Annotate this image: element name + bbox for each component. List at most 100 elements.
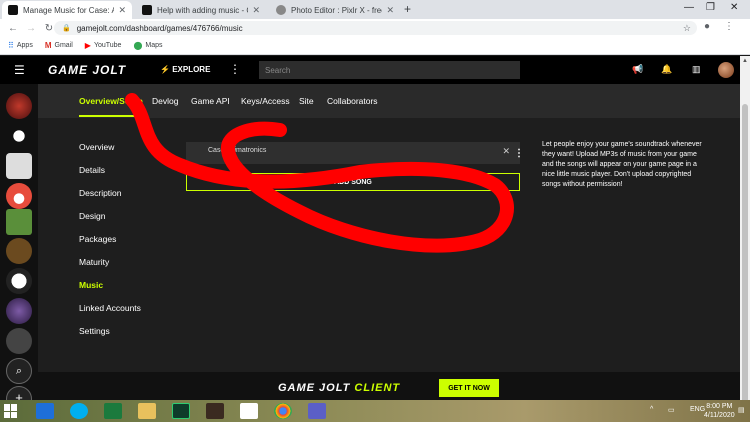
subnav-devlog[interactable]: Devlog [152, 96, 178, 106]
menu-packages[interactable]: Packages [79, 234, 116, 244]
close-tab-icon[interactable]: ✕ [118, 5, 126, 16]
teams-icon[interactable] [308, 403, 326, 419]
address-bar[interactable]: 🔒 gamejolt.com/dashboard/games/476766/mu… [54, 21, 697, 35]
bookmark-maps[interactable]: ⬤ Maps [133, 41, 162, 50]
menu-description[interactable]: Description [79, 188, 122, 198]
windows-start-icon[interactable] [4, 404, 18, 418]
gamejolt-logo[interactable]: GAME JOLT [48, 63, 126, 77]
bookmark-gmail[interactable]: M Gmail [45, 41, 73, 50]
bookmark-star-icon[interactable]: ☆ [683, 23, 691, 34]
game-shortcut-icon[interactable] [6, 123, 32, 149]
menu-music[interactable]: Music [79, 280, 103, 290]
subnav-overview-setup[interactable]: Overview/Setup [79, 96, 143, 106]
file-explorer-icon[interactable] [138, 403, 156, 419]
maximize-icon[interactable]: ❐ [706, 2, 715, 13]
explore-link[interactable]: ⚡ EXPLORE [160, 65, 210, 74]
game-app-icon[interactable] [206, 403, 224, 419]
page-scrollbar[interactable]: ▲ [740, 56, 750, 422]
notifications-icon[interactable]: ▤ [738, 406, 745, 414]
game-shortcut-icon[interactable] [6, 238, 32, 264]
remove-song-icon[interactable]: ✕ [502, 146, 510, 157]
browser-tab-pixlr[interactable]: Photo Editor : Pixlr X - free image ✕ [270, 1, 400, 19]
menu-maturity[interactable]: Maturity [79, 257, 109, 267]
maps-pin-icon: ⬤ [133, 41, 143, 50]
menu-details[interactable]: Details [79, 165, 105, 175]
drag-handle-icon[interactable]: ⋮ [514, 148, 524, 159]
scrollbar-thumb[interactable] [742, 104, 748, 422]
song-title: Case Animatronics [208, 147, 267, 154]
gmail-icon: M [44, 41, 52, 50]
notifications-bell-icon[interactable]: 🔔 [661, 64, 672, 75]
taskbar-clock[interactable]: 8:00 PM 4/11/2020 [704, 402, 735, 420]
megaphone-icon[interactable]: 📢 [632, 64, 643, 75]
menu-linked-accounts[interactable]: Linked Accounts [79, 303, 141, 313]
search-icon[interactable]: ⌕ [6, 358, 32, 384]
language-indicator[interactable]: ENG [690, 406, 705, 413]
gamejolt-favicon-icon [8, 5, 18, 15]
close-tab-icon[interactable]: ✕ [252, 5, 260, 16]
menu-overview[interactable]: Overview [79, 142, 114, 152]
bookmark-label: Gmail [54, 42, 73, 49]
music-help-text: Let people enjoy your game's soundtrack … [542, 141, 702, 188]
game-shortcut-icon[interactable] [6, 183, 32, 209]
scroll-up-arrow-icon[interactable]: ▲ [742, 58, 748, 64]
youtube-icon: ▶ [84, 41, 91, 50]
dashboard-subnav: Overview/Setup Devlog Game API Keys/Acce… [38, 84, 740, 118]
windows-taskbar: ^ ▭ ENG 8:00 PM 4/11/2020 ▤ [0, 400, 750, 422]
browser-toolbar: ← → ↻ 🔒 gamejolt.com/dashboard/games/476… [0, 19, 750, 37]
terminal-app-icon[interactable] [172, 403, 190, 419]
gamejolt-favicon-icon [142, 5, 152, 15]
tab-title: Help with adding music - Game Jolt [157, 5, 248, 15]
game-shortcut-icon[interactable] [6, 268, 32, 294]
network-icon[interactable]: ▭ [668, 406, 675, 414]
user-avatar[interactable] [718, 62, 734, 78]
chrome-menu-icon[interactable]: ⋮ [724, 21, 734, 32]
bookmark-apps[interactable]: ⠿ Apps [8, 41, 33, 50]
game-shortcut-icon[interactable] [6, 153, 32, 179]
browser-tab-strip: Manage Music for Case: Animatronics ✕ He… [0, 0, 750, 19]
gamejolt-client-logo: GAME JOLT CLIENT [278, 382, 400, 394]
internet-explorer-icon[interactable] [36, 403, 54, 419]
forward-arrow-icon[interactable]: → [26, 23, 36, 34]
hamburger-menu-icon[interactable]: ☰ [14, 63, 25, 77]
song-list-item[interactable]: Case Animatronics ✕ [186, 142, 520, 164]
game-shortcut-icon[interactable] [6, 209, 32, 235]
subnav-site[interactable]: Site [299, 96, 314, 106]
close-tab-icon[interactable]: ✕ [386, 5, 394, 16]
subnav-collaborators[interactable]: Collaborators [327, 96, 378, 106]
menu-settings[interactable]: Settings [79, 326, 110, 336]
subnav-keys-access[interactable]: Keys/Access [241, 96, 290, 106]
game-shortcut-icon[interactable] [6, 328, 32, 354]
url-text[interactable]: gamejolt.com/dashboard/games/476766/musi… [77, 24, 243, 33]
apps-grid-icon: ⠿ [8, 41, 14, 50]
add-song-button[interactable]: ADD SONG [186, 173, 520, 191]
skype-icon[interactable] [70, 403, 88, 419]
game-shortcuts-sidebar: ⌕ + [0, 84, 38, 412]
browser-tab-manage-music[interactable]: Manage Music for Case: Animatronics ✕ [2, 1, 132, 19]
game-shortcut-icon[interactable] [6, 298, 32, 324]
clock-date: 4/11/2020 [704, 412, 735, 419]
menu-design[interactable]: Design [79, 211, 105, 221]
get-it-now-button[interactable]: GET IT NOW [439, 379, 499, 397]
game-shortcut-icon[interactable] [6, 93, 32, 119]
bookmark-label: Maps [145, 42, 163, 49]
back-arrow-icon[interactable]: ← [8, 23, 18, 34]
close-window-icon[interactable]: ✕ [730, 2, 738, 13]
excel-icon[interactable] [104, 403, 122, 419]
new-tab-icon[interactable]: + [404, 2, 411, 16]
dashboard-chart-icon[interactable]: ▥ [692, 64, 701, 75]
search-input[interactable] [259, 61, 520, 79]
browser-tab-help-music[interactable]: Help with adding music - Game Jolt ✕ [136, 1, 266, 19]
skull-app-icon[interactable] [240, 403, 258, 419]
subnav-game-api[interactable]: Game API [191, 96, 230, 106]
minimize-icon[interactable]: — [684, 2, 694, 13]
bookmark-youtube[interactable]: ▶ YouTube [85, 41, 122, 50]
profile-icon[interactable]: ● [704, 21, 710, 32]
reload-icon[interactable]: ↻ [44, 23, 54, 34]
chrome-taskbar-icon[interactable] [274, 403, 292, 419]
gamejolt-header: ☰ GAME JOLT ⚡ EXPLORE ⋮ 📢 🔔 ▥ [0, 56, 740, 84]
more-options-icon[interactable]: ⋮ [229, 62, 241, 76]
client-logo-gamejolt: GAME JOLT [278, 382, 355, 394]
active-tab-underline [79, 115, 139, 117]
tray-chevron-icon[interactable]: ^ [650, 406, 653, 413]
